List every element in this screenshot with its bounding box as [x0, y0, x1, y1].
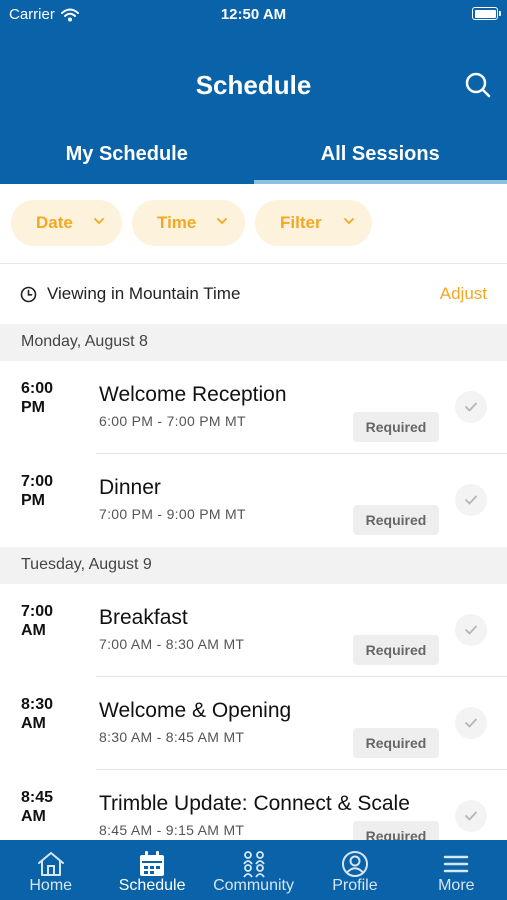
session-time-range: 8:30 AM - 8:45 AM MT [99, 729, 245, 745]
add-to-schedule-button[interactable] [455, 707, 487, 739]
session-time-range: 7:00 AM - 8:30 AM MT [99, 636, 245, 652]
add-to-schedule-button[interactable] [455, 800, 487, 832]
status-time: 12:50 AM [220, 6, 287, 23]
profile-icon [341, 851, 368, 877]
bottom-tab-bar: Home Schedule Community Profile More [0, 840, 507, 900]
required-badge: Required [353, 505, 439, 535]
tab-home[interactable]: Home [0, 840, 101, 900]
session-row[interactable]: 6:00 PM Welcome Reception 6:00 PM - 7:00… [0, 361, 507, 454]
app-header: Carrier 12:50 AM Schedule My Schedule Al… [0, 0, 507, 184]
add-to-schedule-button[interactable] [455, 614, 487, 646]
chevron-down-icon [217, 218, 227, 225]
search-button[interactable] [463, 70, 493, 100]
checkmark-icon [465, 811, 477, 821]
tab-all-sessions[interactable]: All Sessions [253, 137, 507, 184]
time-filter-chip[interactable]: Time [132, 200, 245, 246]
date-filter-chip[interactable]: Date [11, 200, 122, 246]
session-title: Dinner [99, 476, 161, 499]
tab-schedule-label: Schedule [118, 877, 186, 894]
session-title: Welcome & Opening [99, 699, 292, 722]
session-time-range: 6:00 PM - 7:00 PM MT [99, 413, 246, 429]
session-title: Breakfast [99, 606, 188, 629]
checkmark-icon [465, 718, 477, 728]
session-time-range: 8:45 AM - 9:15 AM MT [99, 822, 245, 838]
session-start-time: 8:45 AM [21, 789, 54, 825]
session-start-time: 6:00 PM [21, 380, 54, 416]
session-start-time: 8:30 AM [21, 696, 54, 732]
session-start-time: 7:00 AM [21, 603, 54, 639]
page-title: Schedule [195, 70, 312, 100]
checkmark-icon [465, 495, 477, 505]
status-bar: Carrier 12:50 AM [0, 0, 507, 30]
community-icon [242, 851, 265, 878]
home-icon [37, 852, 64, 876]
required-badge: Required [353, 412, 439, 442]
tab-community[interactable]: Community [203, 840, 304, 900]
timezone-bar: Viewing in Mountain Time Adjust [0, 264, 507, 324]
chevron-down-icon [344, 218, 354, 225]
calendar-icon [140, 851, 165, 876]
adjust-timezone-link[interactable]: Adjust [440, 284, 487, 304]
tab-my-schedule[interactable]: My Schedule [0, 137, 254, 184]
time-filter-label: Time [157, 213, 197, 232]
session-time-range: 7:00 PM - 9:00 PM MT [99, 506, 246, 522]
clock-icon [20, 286, 37, 303]
tab-community-label: Community [213, 877, 294, 894]
add-to-schedule-button[interactable] [455, 391, 487, 423]
timezone-label: Viewing in Mountain Time [47, 284, 241, 303]
session-row[interactable]: 7:00 PM Dinner 7:00 PM - 9:00 PM MT Requ… [0, 454, 507, 547]
segment-tabs: My Schedule All Sessions [0, 137, 507, 184]
session-start-time: 7:00 PM [21, 473, 54, 509]
chevron-down-icon [94, 218, 104, 225]
required-badge: Required [353, 635, 439, 665]
tab-profile[interactable]: Profile [304, 840, 405, 900]
tab-more[interactable]: More [406, 840, 507, 900]
session-title: Trimble Update: Connect & Scale [99, 792, 410, 815]
session-row[interactable]: 8:30 AM Welcome & Opening 8:30 AM - 8:45… [0, 677, 507, 770]
day-header: Monday, August 8 [0, 324, 507, 361]
tab-more-label: More [438, 877, 475, 894]
session-row[interactable]: 7:00 AM Breakfast 7:00 AM - 8:30 AM MT R… [0, 584, 507, 677]
add-to-schedule-button[interactable] [455, 484, 487, 516]
menu-icon [444, 855, 469, 873]
tab-schedule[interactable]: Schedule [101, 840, 202, 900]
tab-profile-label: Profile [332, 877, 378, 894]
battery-icon [472, 7, 501, 20]
session-title: Welcome Reception [99, 383, 287, 406]
day-header: Tuesday, August 9 [0, 547, 507, 584]
filter-chip[interactable]: Filter [255, 200, 372, 246]
filter-bar: Date Time Filter [0, 184, 507, 264]
checkmark-icon [465, 402, 477, 412]
required-badge: Required [353, 728, 439, 758]
tab-home-label: Home [29, 877, 73, 894]
search-icon [465, 72, 491, 98]
date-filter-label: Date [36, 213, 73, 232]
filter-label: Filter [280, 213, 322, 232]
checkmark-icon [465, 625, 477, 635]
